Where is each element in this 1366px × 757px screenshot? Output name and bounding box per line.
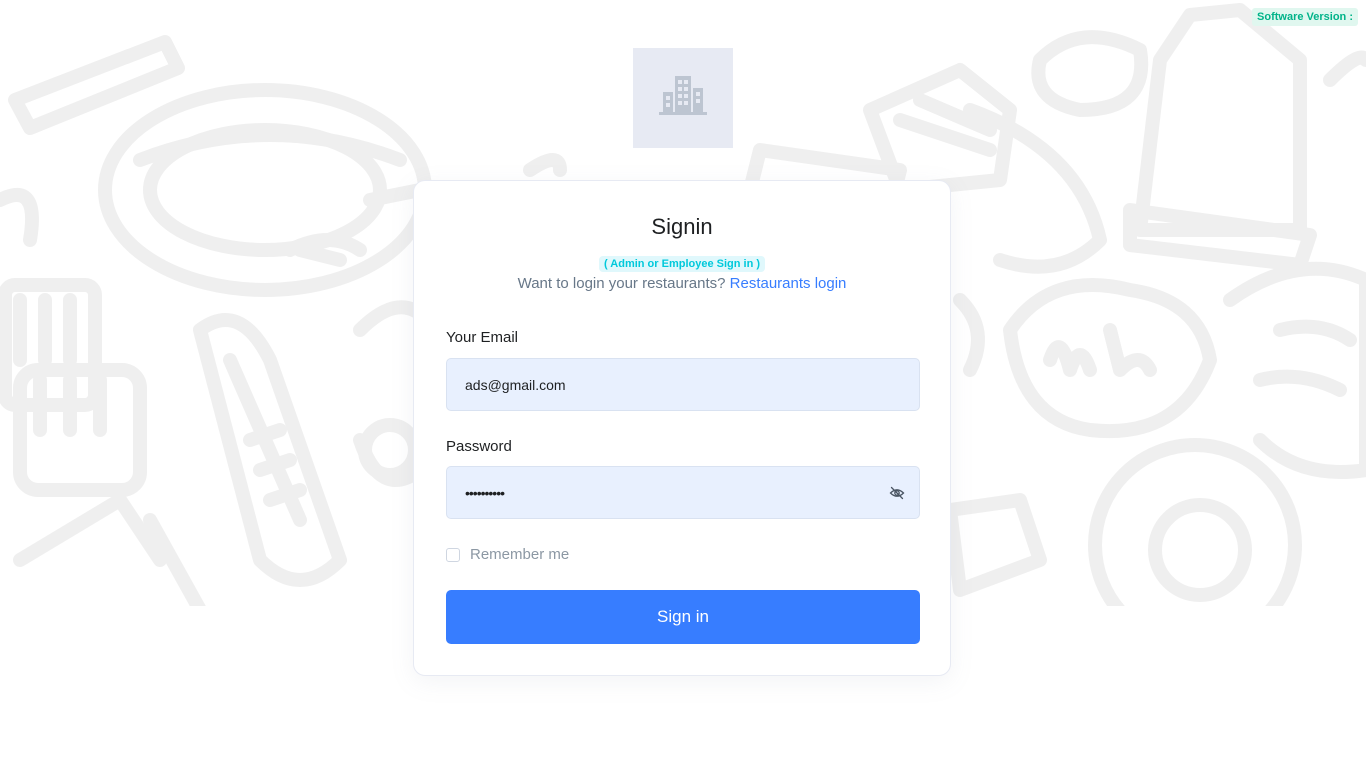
subtitle-badge-container: ( Admin or Employee Sign in ): [414, 254, 950, 272]
sign-in-button[interactable]: Sign in: [446, 590, 920, 644]
software-version-badge: Software Version :: [1252, 8, 1358, 26]
restaurants-login-prompt: Want to login your restaurants? Restaura…: [414, 275, 950, 292]
page-title: Signin: [651, 214, 713, 239]
remember-me-row: Remember me: [446, 546, 569, 563]
admin-employee-badge: ( Admin or Employee Sign in ): [598, 256, 766, 272]
restaurants-prompt-text: Want to login your restaurants?: [517, 275, 726, 292]
eye-slash-icon[interactable]: [889, 485, 905, 501]
password-field[interactable]: ••••••••••: [446, 466, 920, 519]
company-logo-placeholder: [633, 48, 733, 148]
email-value: ads@gmail.com: [465, 376, 566, 393]
email-label: Your Email: [446, 329, 518, 346]
restaurants-login-link[interactable]: Restaurants login: [730, 275, 847, 292]
remember-me-checkbox[interactable]: [446, 547, 460, 562]
remember-me-label[interactable]: Remember me: [470, 546, 569, 563]
building-icon: [657, 74, 709, 123]
email-field[interactable]: ads@gmail.com: [446, 358, 920, 411]
signin-card: Signin ( Admin or Employee Sign in ) Wan…: [413, 180, 951, 676]
password-label: Password: [446, 438, 512, 455]
password-value: ••••••••••: [465, 484, 505, 501]
